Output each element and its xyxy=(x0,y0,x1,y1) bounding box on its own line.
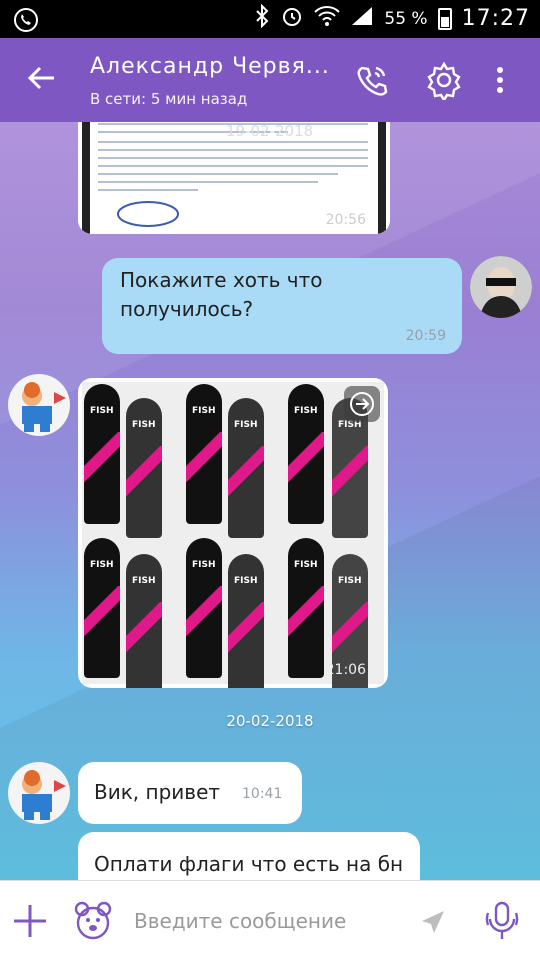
more-options-icon[interactable] xyxy=(490,60,530,100)
whatsapp-icon xyxy=(12,6,40,39)
forward-icon[interactable] xyxy=(344,386,380,422)
message-composer: Введите сообщение xyxy=(0,880,540,960)
chat-area[interactable]: 19-02-2018 20:56 Покажите хоть что получ… xyxy=(0,122,540,880)
wifi-icon xyxy=(314,5,341,32)
battery-percent: 55 % xyxy=(384,8,428,29)
flags-image-message[interactable]: FISH FISH FISH FISH FISH FISH FISH FISH … xyxy=(78,378,388,688)
contact-avatar[interactable] xyxy=(8,374,70,436)
outgoing-message-time: 20:59 xyxy=(405,328,446,344)
contact-name[interactable]: Александр Червя... xyxy=(90,54,330,79)
incoming-message[interactable]: Оплати флаги что есть на бн xyxy=(78,832,420,880)
contact-avatar[interactable] xyxy=(8,762,70,824)
signal-icon xyxy=(350,5,374,32)
incoming-message[interactable]: Вик, привет 10:41 xyxy=(78,762,302,824)
outgoing-message[interactable]: Покажите хоть что получилось? 20:59 xyxy=(102,258,462,354)
incoming-message-time: 10:41 xyxy=(242,786,283,802)
call-icon[interactable] xyxy=(352,60,392,100)
incoming-message-text: Оплати флаги что есть на бн xyxy=(94,852,404,876)
alarm-icon xyxy=(280,4,304,33)
sticker-bear-icon[interactable] xyxy=(72,899,114,945)
contact-status: В сети: 5 мин назад xyxy=(90,90,248,108)
flags-image-time: 21:06 xyxy=(325,662,366,678)
incoming-message-text: Вик, привет xyxy=(94,780,221,804)
plus-icon[interactable] xyxy=(12,901,48,945)
voice-message-icon[interactable] xyxy=(480,899,524,947)
battery-icon xyxy=(437,7,452,30)
send-icon[interactable] xyxy=(418,907,448,941)
document-image-message[interactable]: 19-02-2018 20:56 xyxy=(78,122,390,234)
chat-header: Александр Червя... В сети: 5 мин назад xyxy=(0,38,540,122)
message-input[interactable]: Введите сообщение xyxy=(134,909,346,933)
document-time: 20:56 xyxy=(325,212,366,228)
document-date-overlay: 19-02-2018 xyxy=(226,122,314,140)
clock: 17:27 xyxy=(461,6,530,31)
back-arrow-icon[interactable] xyxy=(26,62,62,98)
my-avatar[interactable] xyxy=(470,256,532,318)
status-bar: 55 % 17:27 xyxy=(0,0,540,38)
bluetooth-icon xyxy=(254,3,270,33)
settings-gear-icon[interactable] xyxy=(424,60,464,103)
date-separator: 20-02-2018 xyxy=(226,712,314,730)
outgoing-message-text: Покажите хоть что получилось? xyxy=(120,268,323,321)
